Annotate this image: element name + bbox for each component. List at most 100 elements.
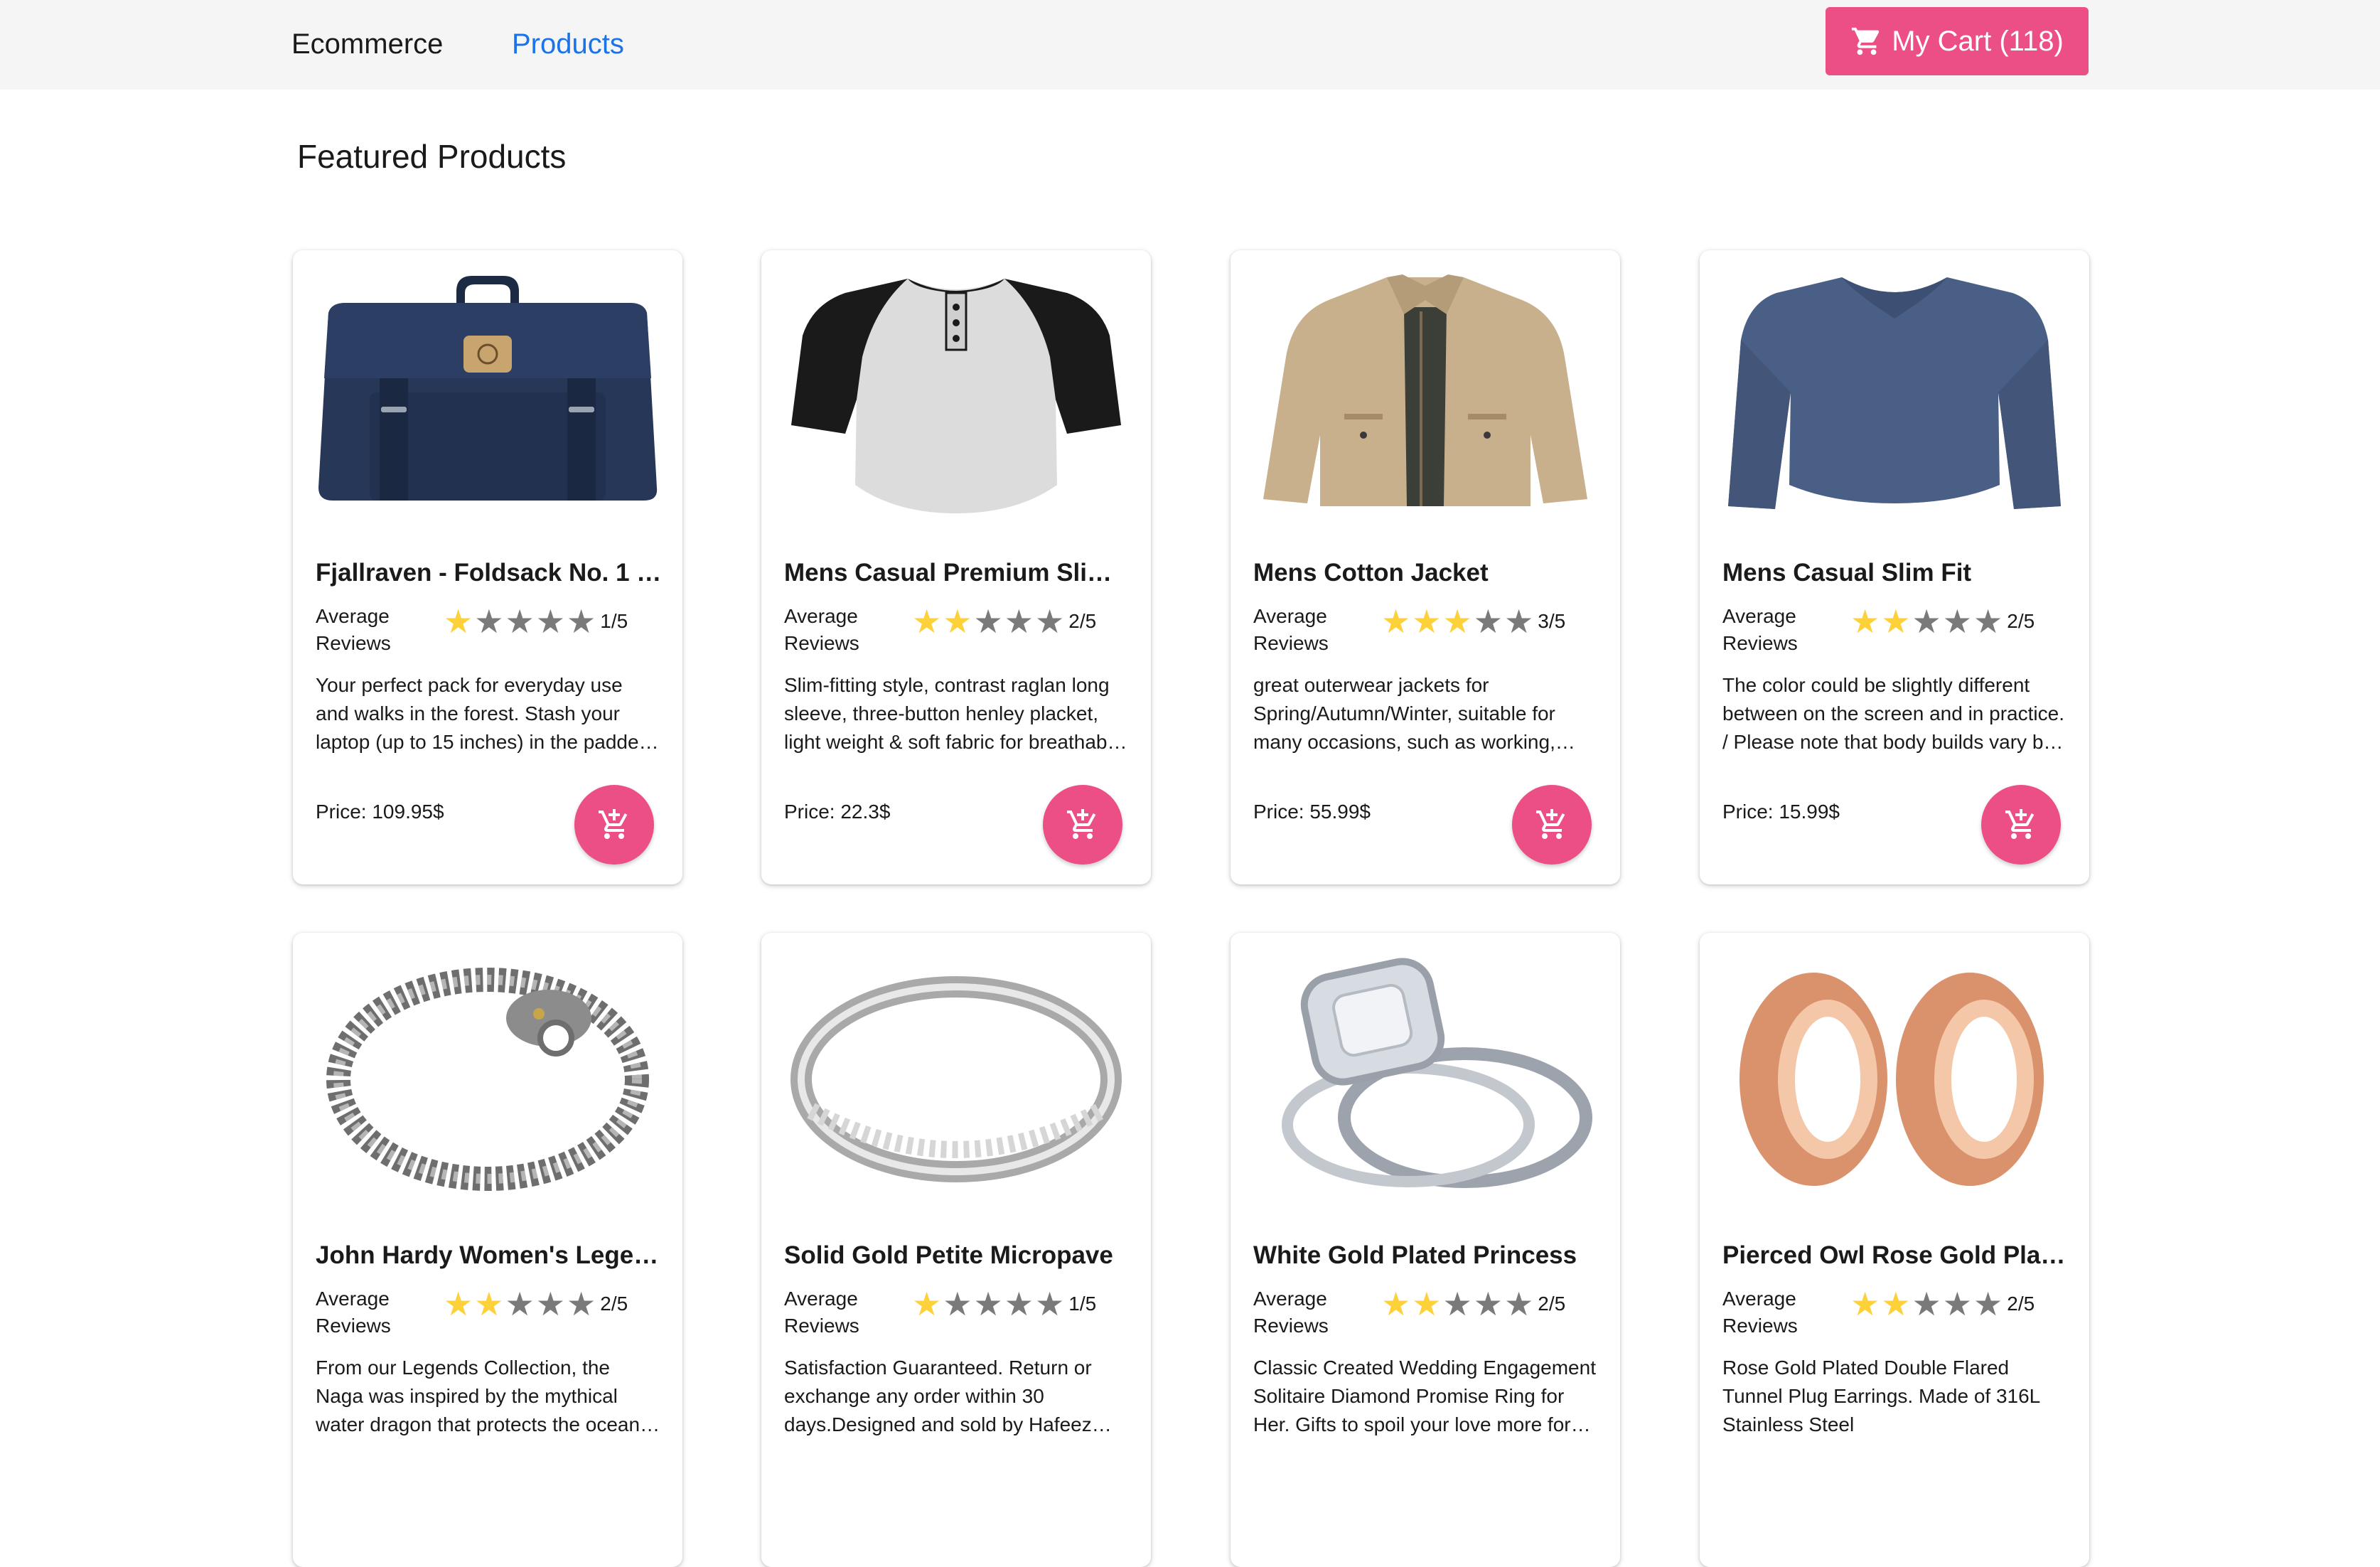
add-shopping-cart-icon	[1067, 809, 1096, 839]
sweater-icon	[1728, 277, 2061, 509]
star-filled-icon: ★	[1442, 603, 1472, 640]
product-description: Rose Gold Plated Double Flared Tunnel Pl…	[1722, 1357, 2040, 1435]
average-reviews-label: Average Reviews	[784, 1288, 859, 1337]
product-card[interactable]: Pierced Owl Rose Gold Plated Stainless S…	[1700, 933, 2089, 1567]
page-title: Featured Products	[297, 138, 567, 175]
product-title[interactable]: Mens Casual Slim Fit	[1722, 557, 2071, 589]
star-empty-icon: ★	[1504, 1285, 1534, 1322]
average-reviews-label: Average Reviews	[1722, 605, 1798, 654]
product-image[interactable]	[1252, 272, 1599, 513]
average-reviews-label: Average Reviews	[316, 1288, 391, 1337]
top-app-bar: Ecommerce Products My Cart (118)	[0, 0, 2380, 90]
product-title[interactable]: John Hardy Women's Legends Naga Gold & S…	[316, 1240, 664, 1271]
star-empty-icon: ★	[973, 603, 1003, 640]
star-empty-icon: ★	[973, 1285, 1003, 1322]
product-image[interactable]	[314, 272, 661, 513]
star-empty-icon: ★	[1942, 1285, 1972, 1322]
product-description: The color could be slightly different be…	[1722, 674, 2064, 753]
star-empty-icon: ★	[1004, 603, 1034, 640]
star-empty-icon: ★	[1473, 603, 1503, 640]
product-description: From our Legends Collection, the Naga wa…	[316, 1357, 654, 1435]
star-filled-icon: ★	[1881, 603, 1911, 640]
star-filled-icon: ★	[1412, 603, 1442, 640]
product-title[interactable]: Fjallraven - Foldsack No. 1 Backpack, Fi…	[316, 557, 664, 589]
brand-logo-text[interactable]: Ecommerce	[291, 27, 443, 61]
rating-text: 2/5	[1068, 610, 1097, 632]
star-empty-icon: ★	[1035, 603, 1065, 640]
product-image[interactable]	[783, 272, 1130, 513]
star-empty-icon: ★	[567, 603, 596, 640]
rating-text: 2/5	[2007, 1293, 2035, 1315]
star-filled-icon: ★	[444, 603, 473, 640]
star-filled-icon: ★	[444, 1285, 473, 1322]
product-description: Slim-fitting style, contrast raglan long…	[784, 674, 1123, 753]
rating-text: 3/5	[1538, 610, 1566, 632]
star-empty-icon: ★	[505, 603, 535, 640]
jacket-icon	[1263, 274, 1587, 506]
nav-link-products[interactable]: Products	[512, 27, 624, 61]
star-filled-icon: ★	[1850, 603, 1880, 640]
star-rating: ★ ★ ★ ★ ★ 2/5	[912, 603, 1097, 640]
add-to-cart-button[interactable]	[574, 785, 654, 865]
rating-text: 2/5	[600, 1293, 628, 1315]
rating-text: 1/5	[600, 610, 628, 632]
star-filled-icon: ★	[1412, 1285, 1442, 1322]
average-reviews-label: Average Reviews	[1722, 1288, 1798, 1337]
product-card[interactable]: Mens Cotton Jacket Average Reviews ★ ★ ★…	[1231, 250, 1620, 884]
product-card[interactable]: Fjallraven - Foldsack No. 1 Backpack, Fi…	[293, 250, 682, 884]
average-reviews-label: Average Reviews	[1253, 1288, 1329, 1337]
average-reviews-label: Average Reviews	[784, 605, 859, 654]
product-title[interactable]: Mens Cotton Jacket	[1253, 557, 1602, 589]
product-title[interactable]: Mens Casual Premium Slim Fit T-Shirts	[784, 557, 1132, 589]
product-card[interactable]: Mens Casual Slim Fit Average Reviews ★ ★…	[1700, 250, 2089, 884]
average-reviews-label: Average Reviews	[1253, 605, 1329, 654]
average-reviews-label: Average Reviews	[316, 605, 391, 654]
product-card[interactable]: White Gold Plated Princess Average Revie…	[1231, 933, 1620, 1567]
star-empty-icon: ★	[535, 1285, 565, 1322]
product-description: Your perfect pack for everyday use and w…	[316, 674, 650, 753]
product-price: Price: 15.99$	[1722, 801, 1840, 823]
star-empty-icon: ★	[1912, 603, 1941, 640]
product-image[interactable]	[1252, 954, 1599, 1196]
add-to-cart-button[interactable]	[1981, 785, 2061, 865]
product-description: Satisfaction Guaranteed. Return or excha…	[784, 1357, 1092, 1435]
star-filled-icon: ★	[1881, 1285, 1911, 1322]
product-title[interactable]: Solid Gold Petite Micropave	[784, 1240, 1132, 1271]
star-filled-icon: ★	[1850, 1285, 1880, 1322]
product-price: Price: 22.3$	[784, 801, 891, 823]
tunnel-earrings-icon	[1740, 973, 2044, 1186]
star-filled-icon: ★	[474, 1285, 504, 1322]
product-image[interactable]	[1721, 272, 2068, 513]
product-card[interactable]: John Hardy Women's Legends Naga Gold & S…	[293, 933, 682, 1567]
product-price: Price: 55.99$	[1253, 801, 1371, 823]
star-filled-icon: ★	[912, 1285, 942, 1322]
add-to-cart-button[interactable]	[1043, 785, 1122, 865]
my-cart-button[interactable]: My Cart (118)	[1826, 7, 2089, 75]
product-card[interactable]: Mens Casual Premium Slim Fit T-Shirts Av…	[761, 250, 1151, 884]
product-image[interactable]	[1721, 954, 2068, 1196]
star-empty-icon: ★	[505, 1285, 535, 1322]
product-image[interactable]	[314, 954, 661, 1196]
product-description: great outerwear jackets for Spring/Autum…	[1253, 674, 1555, 753]
product-title[interactable]: Pierced Owl Rose Gold Plated Stainless S…	[1722, 1240, 2071, 1271]
product-image[interactable]	[783, 954, 1130, 1196]
star-empty-icon: ★	[1912, 1285, 1941, 1322]
star-filled-icon: ★	[912, 603, 942, 640]
star-empty-icon: ★	[474, 603, 504, 640]
star-empty-icon: ★	[1035, 1285, 1065, 1322]
star-empty-icon: ★	[943, 1285, 972, 1322]
star-rating: ★ ★ ★ ★ ★ 2/5	[1850, 1288, 2035, 1320]
star-rating: ★ ★ ★ ★ ★ 1/5	[912, 1288, 1096, 1320]
add-shopping-cart-icon	[599, 809, 628, 839]
add-shopping-cart-icon	[1536, 809, 1565, 839]
star-empty-icon: ★	[567, 1285, 596, 1322]
rating-text: 1/5	[1068, 1293, 1097, 1315]
product-card[interactable]: Solid Gold Petite Micropave Average Revi…	[761, 933, 1151, 1567]
product-price: Price: 109.95$	[316, 801, 444, 823]
star-empty-icon: ★	[1973, 603, 2003, 640]
star-empty-icon: ★	[1973, 1285, 2003, 1322]
product-title[interactable]: White Gold Plated Princess	[1253, 1240, 1602, 1271]
add-to-cart-button[interactable]	[1512, 785, 1592, 865]
star-empty-icon: ★	[1442, 1285, 1472, 1322]
shopping-cart-icon	[1852, 27, 1880, 55]
